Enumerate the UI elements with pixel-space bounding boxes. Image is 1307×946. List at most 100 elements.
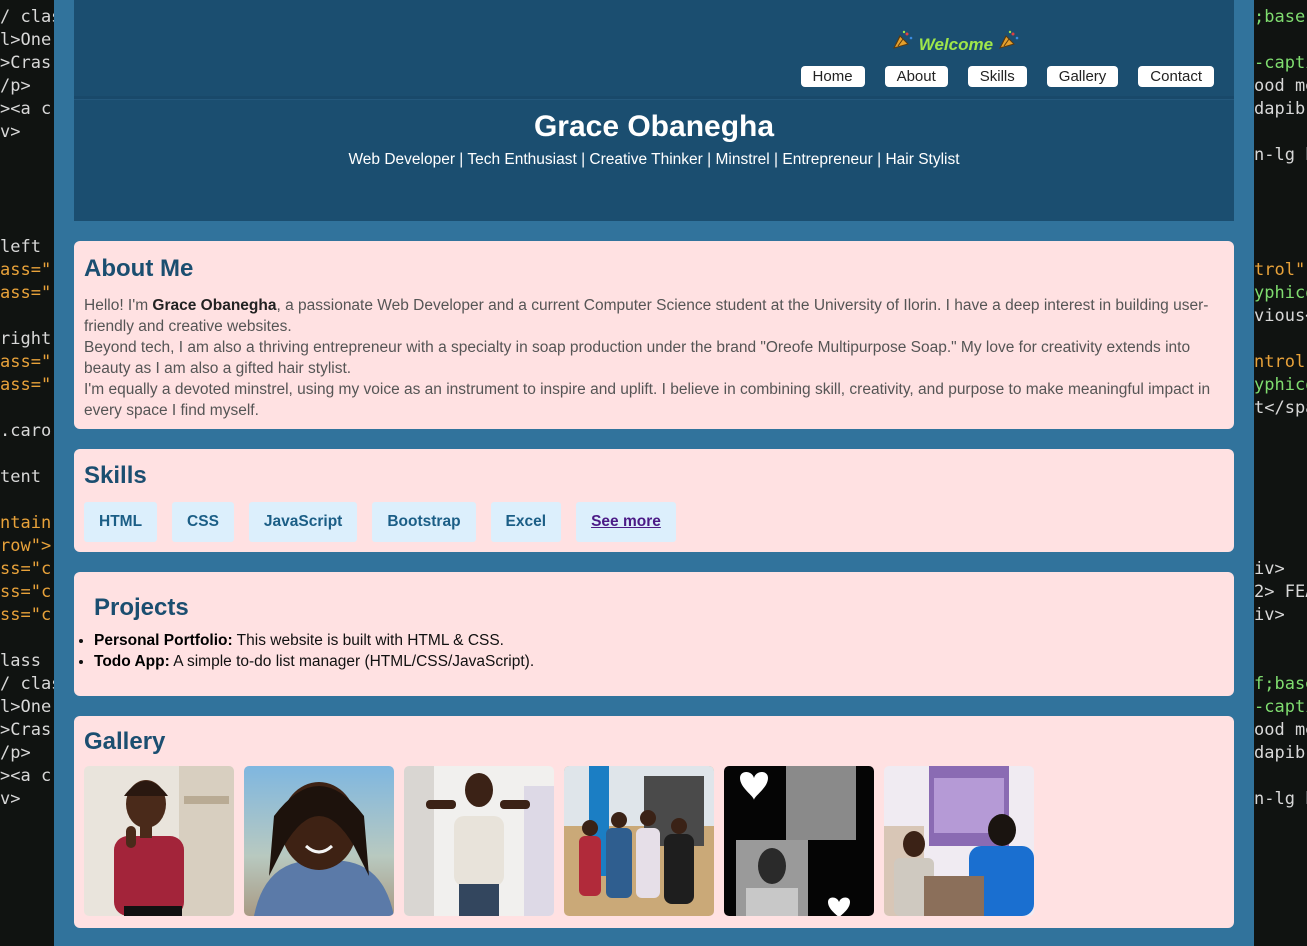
code-background-right: ;base -captio ood mea dapib n-lg bu trol" y… [1254, 0, 1307, 946]
gallery-photo-3[interactable] [404, 766, 554, 916]
code-line-left: /p> [0, 76, 31, 96]
tagline: Web Developer | Tech Enthusiast | Creati… [348, 151, 960, 168]
code-line-right [1254, 190, 1307, 213]
skills-section: Skills HTML CSS JavaScript Bootstrap Exc… [74, 449, 1234, 552]
code-line-left [0, 489, 54, 512]
code-line-left [0, 305, 54, 328]
code-line-left: v> [0, 122, 21, 142]
code-line-left: ass=" [0, 283, 52, 303]
gallery-grid [84, 766, 1224, 916]
code-line-left: ass=" [0, 352, 52, 372]
list-item: Todo App: A simple to-do list manager (H… [94, 651, 1214, 672]
skill-css: CSS [172, 502, 234, 542]
skill-excel: Excel [490, 502, 562, 542]
code-line-left [0, 190, 54, 213]
page-title: Grace Obanegha [533, 110, 775, 143]
gallery-photo-4[interactable] [564, 766, 714, 916]
welcome-banner: Welcome [892, 30, 1020, 55]
about-p2: Beyond tech, I am also a thriving entrep… [84, 339, 1191, 377]
code-line-right: ood mea [1254, 720, 1307, 740]
projects-heading: Projects [94, 594, 189, 621]
code-line-right: yphico [1254, 375, 1307, 395]
welcome-text: Welcome [918, 35, 994, 54]
code-line-left [0, 397, 54, 420]
code-line-left: v> [0, 789, 21, 809]
about-name: Grace Obanegha [152, 297, 277, 314]
code-line-right: ood mea [1254, 76, 1307, 96]
nav-skills[interactable]: Skills [967, 66, 1027, 87]
code-line-right [1254, 650, 1307, 673]
code-line-right: yphico [1254, 283, 1307, 303]
project-desc: A simple to-do list manager (HTML/CSS/Ja… [169, 653, 535, 670]
code-line-right: trol" [1254, 260, 1306, 280]
gallery-section: Gallery [74, 716, 1234, 928]
code-line-right [1254, 213, 1307, 236]
list-item: Personal Portfolio: This website is buil… [94, 630, 1214, 651]
code-line-right: n-lg bu [1254, 145, 1307, 165]
gallery-photo-6[interactable] [884, 766, 1034, 916]
party-popper-icon [998, 30, 1020, 54]
code-line-right [1254, 535, 1307, 558]
code-line-right: dapib [1254, 99, 1306, 119]
about-text: Hello! I'm Grace Obanegha, a passionate … [84, 295, 1224, 421]
page-container: Welcome Home About Skills Gallery Contac… [54, 0, 1254, 946]
header-divider [74, 96, 1234, 99]
code-line-left [0, 144, 54, 167]
nav-home[interactable]: Home [800, 66, 865, 87]
code-line-right: iv> [1254, 559, 1285, 579]
code-line-right [1254, 328, 1307, 351]
code-line-left: lass [0, 651, 41, 671]
code-line-left [0, 213, 54, 236]
code-line-right: n-lg bu [1254, 789, 1307, 809]
nav-contact[interactable]: Contact [1138, 66, 1214, 87]
skills-list: HTML CSS JavaScript Bootstrap Excel See … [84, 502, 1224, 542]
party-popper-icon [892, 30, 919, 54]
code-line-left: .caro [0, 421, 52, 441]
project-desc: This website is built with HTML & CSS. [232, 632, 504, 649]
skill-javascript: JavaScript [248, 502, 358, 542]
projects-section: Projects Personal Portfolio: This websit… [74, 572, 1234, 696]
code-line-left: / clas [0, 674, 54, 694]
code-line-right: 2> FEA [1254, 582, 1307, 602]
code-line-left: ass=" [0, 375, 52, 395]
code-line-left: ass=" [0, 260, 52, 280]
code-line-left: >Cras [0, 720, 52, 740]
see-more-link[interactable]: See more [576, 502, 676, 542]
code-line-right [1254, 443, 1307, 466]
gallery-photo-2[interactable] [244, 766, 394, 916]
code-line-left: / clas [0, 7, 54, 27]
gallery-heading: Gallery [84, 728, 166, 755]
code-line-right: dapib [1254, 743, 1306, 763]
code-line-right [1254, 121, 1307, 144]
code-line-left: >Cras [0, 53, 52, 73]
code-line-right [1254, 627, 1307, 650]
code-line-left: tent [0, 467, 41, 487]
about-heading: About Me [84, 255, 194, 282]
code-line-left: left [0, 237, 41, 257]
projects-list: Personal Portfolio: This website is buil… [74, 630, 1214, 672]
code-line-right: vious< [1254, 306, 1307, 326]
code-line-right: ntrol" [1254, 352, 1307, 372]
code-line-left: ><a c [0, 766, 52, 786]
code-line-left: l>One [0, 697, 52, 717]
project-name: Todo App: [94, 653, 170, 670]
code-line-left: ss="c [0, 605, 52, 625]
code-line-right [1254, 420, 1307, 443]
nav-about[interactable]: About [884, 66, 948, 87]
code-background-left: / clas l>One >Cras/p> ><a c v> left ass=" ass=… [0, 0, 54, 946]
skills-heading: Skills [84, 462, 147, 489]
code-line-left: right [0, 329, 52, 349]
code-line-left: /p> [0, 743, 31, 763]
code-line-right [1254, 236, 1307, 259]
code-line-right: -captio [1254, 53, 1307, 73]
code-line-left: l>One [0, 30, 52, 50]
gallery-photo-1[interactable] [84, 766, 234, 916]
nav-gallery[interactable]: Gallery [1046, 66, 1119, 87]
site-header: Welcome Home About Skills Gallery Contac… [74, 0, 1234, 221]
skill-bootstrap: Bootstrap [372, 502, 476, 542]
code-line-left: ss="c [0, 559, 52, 579]
code-line-right: iv> [1254, 605, 1285, 625]
code-line-right: f;base [1254, 674, 1307, 694]
skill-html: HTML [84, 502, 158, 542]
gallery-photo-5[interactable] [724, 766, 874, 916]
